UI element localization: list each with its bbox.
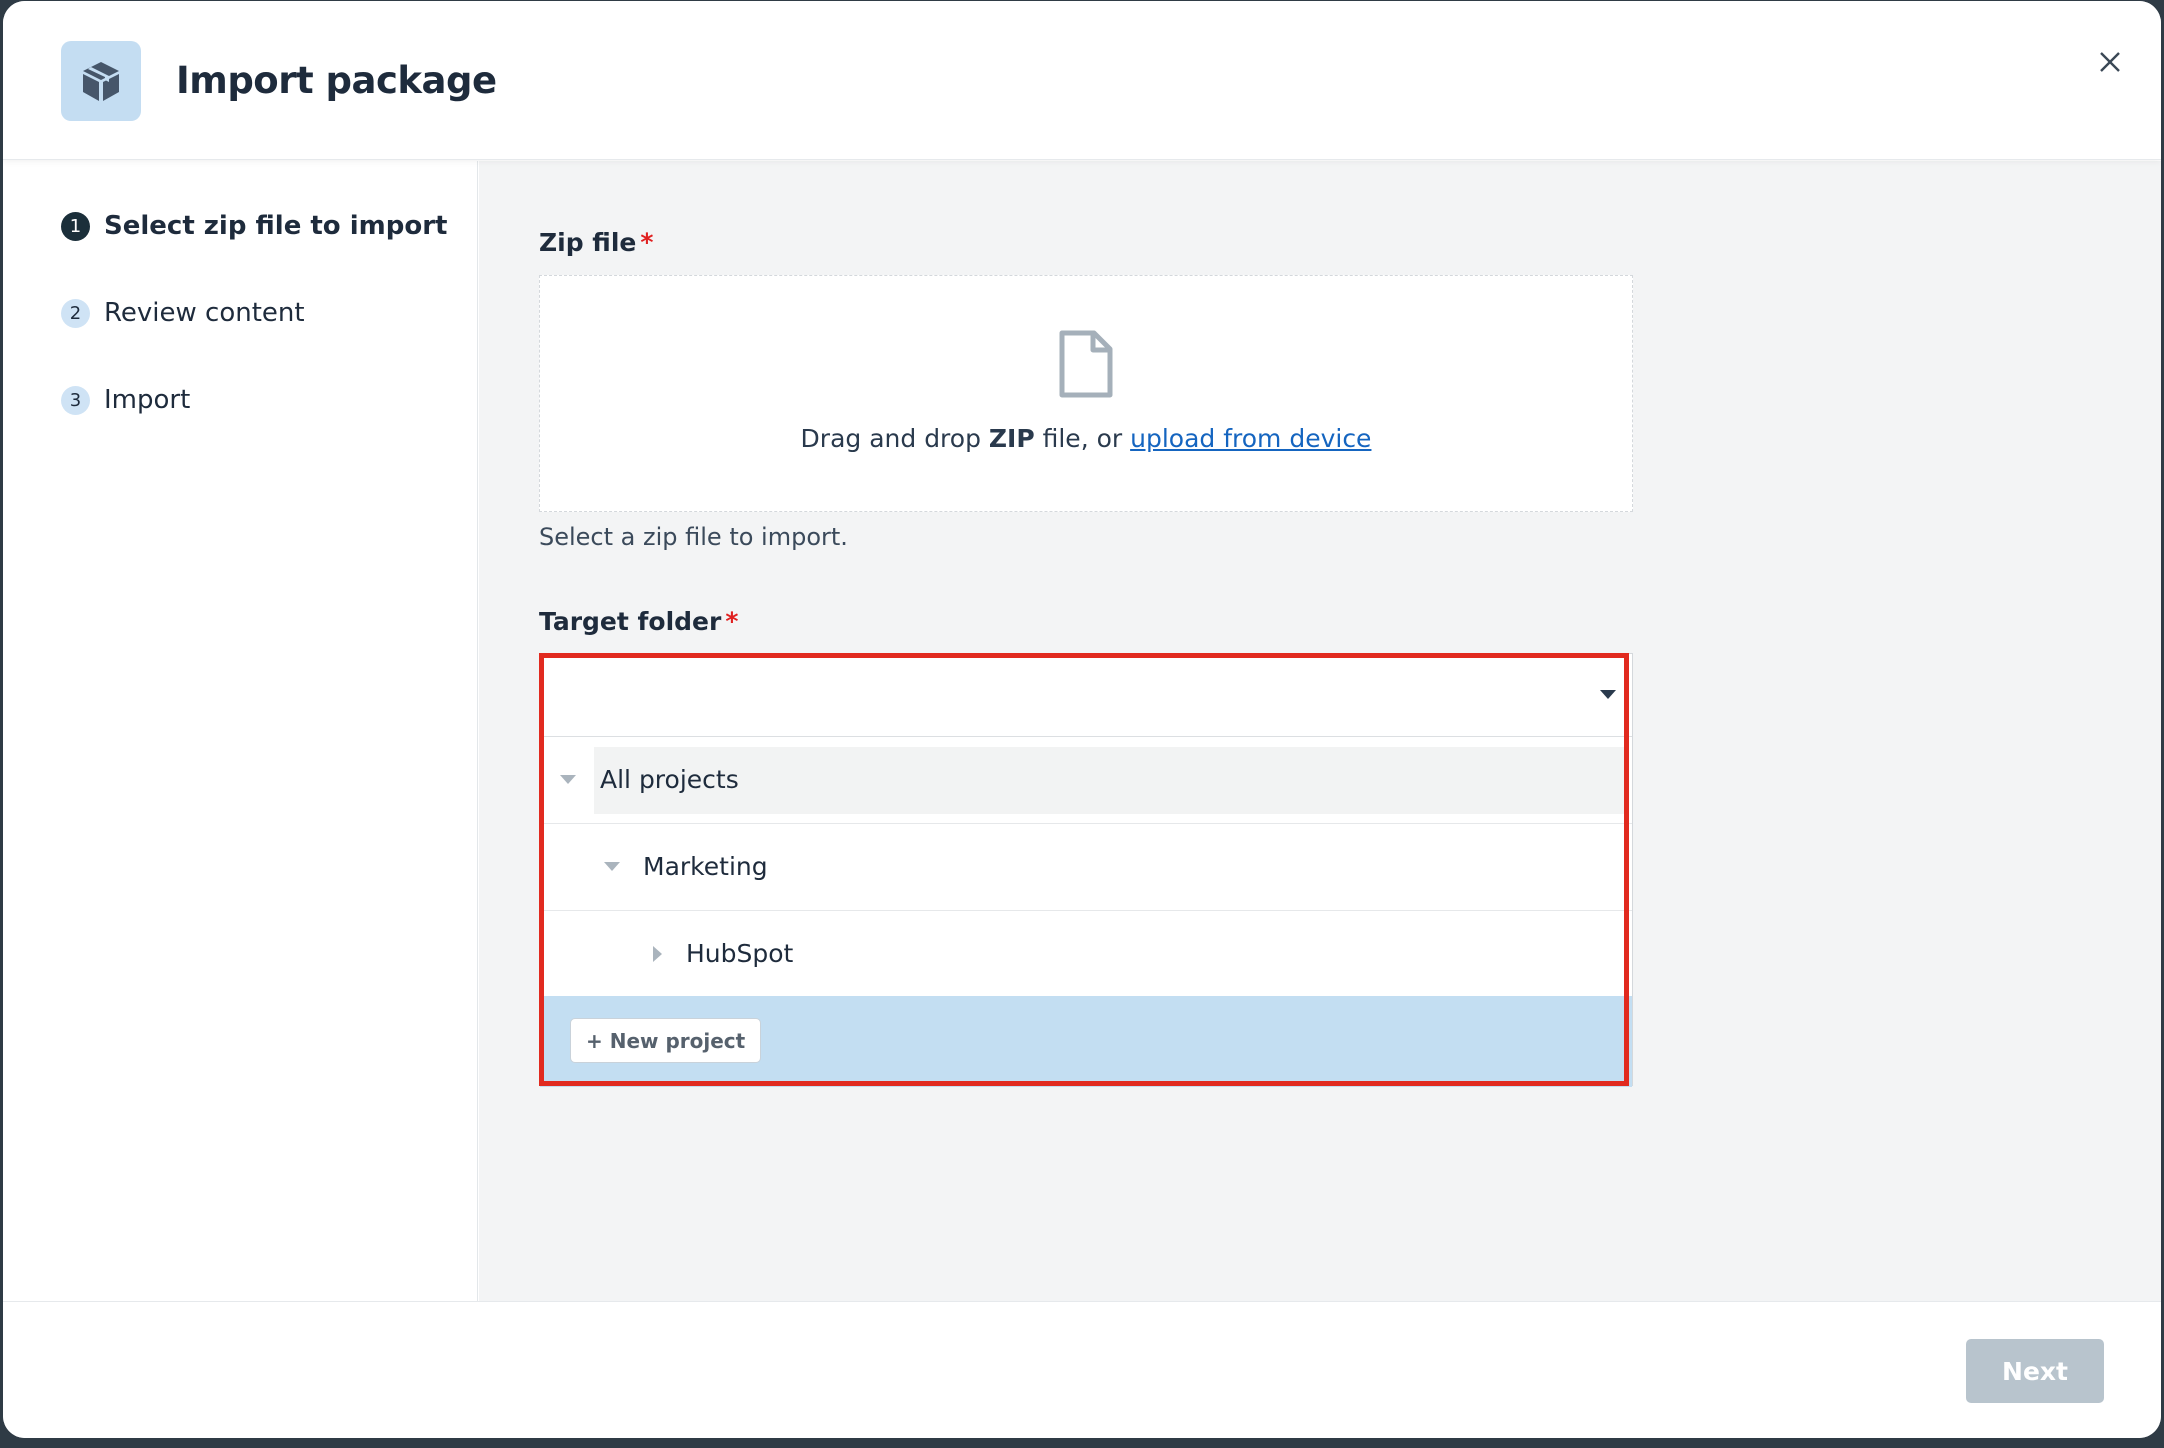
step-number: 1 <box>61 211 90 241</box>
zip-file-label: Zip file * <box>539 228 653 257</box>
close-icon[interactable] <box>2093 45 2127 79</box>
target-folder-label-text: Target folder <box>539 607 722 636</box>
tree-item-highlight <box>594 747 1624 814</box>
target-folder-label: Target folder * <box>539 607 738 636</box>
dialog-footer: Next <box>3 1301 2161 1438</box>
package-icon <box>61 41 141 121</box>
step-review-content: 2 Review content <box>61 295 305 331</box>
import-package-dialog: Import package 1 Select zip file to impo… <box>3 1 2161 1438</box>
expand-right-icon[interactable] <box>653 946 662 962</box>
file-icon <box>1058 330 1114 403</box>
required-mark: * <box>640 228 654 257</box>
upload-from-device-link[interactable]: upload from device <box>1130 424 1371 453</box>
target-folder-select: All projects Marketing HubSpot + New pro… <box>539 653 1633 1087</box>
expand-down-icon[interactable] <box>604 862 620 871</box>
tree-item-all-projects[interactable]: All projects <box>540 737 1632 824</box>
zip-dropzone[interactable]: Drag and drop ZIP file, or upload from d… <box>539 275 1633 512</box>
step-number: 3 <box>61 385 90 415</box>
step-import: 3 Import <box>61 382 190 418</box>
dialog-title: Import package <box>176 59 497 102</box>
step-number: 2 <box>61 298 90 328</box>
chevron-down-icon[interactable] <box>1600 690 1616 699</box>
tree-item-hubspot[interactable]: HubSpot <box>540 911 1632 998</box>
tree-item-label: Marketing <box>643 852 768 881</box>
step-label: Import <box>104 385 191 415</box>
target-folder-input[interactable] <box>540 654 1632 737</box>
drop-text-middle: file, or <box>1034 424 1131 453</box>
expand-down-icon[interactable] <box>560 775 576 784</box>
drop-text-bold: ZIP <box>988 424 1035 453</box>
step-label: Select zip file to import <box>104 211 448 241</box>
dropzone-text: Drag and drop ZIP file, or upload from d… <box>540 424 1632 453</box>
new-project-button[interactable]: + New project <box>570 1018 762 1063</box>
dialog-header: Import package <box>3 1 2161 160</box>
tree-footer: + New project <box>540 996 1632 1087</box>
drop-text-prefix: Drag and drop <box>800 424 989 453</box>
tree-item-label: HubSpot <box>686 939 794 968</box>
required-mark: * <box>725 607 739 636</box>
tree-item-marketing[interactable]: Marketing <box>540 824 1632 911</box>
step-select-zip: 1 Select zip file to import <box>61 208 447 244</box>
next-button[interactable]: Next <box>1966 1339 2104 1403</box>
zip-file-label-text: Zip file <box>539 228 637 257</box>
steps-sidebar: 1 Select zip file to import 2 Review con… <box>3 161 478 1301</box>
main-content: Zip file * Drag and drop ZIP file, or upl… <box>479 161 2161 1301</box>
zip-file-hint: Select a zip file to import. <box>539 523 848 551</box>
step-label: Review content <box>104 298 305 328</box>
tree-item-label: All projects <box>600 765 739 794</box>
